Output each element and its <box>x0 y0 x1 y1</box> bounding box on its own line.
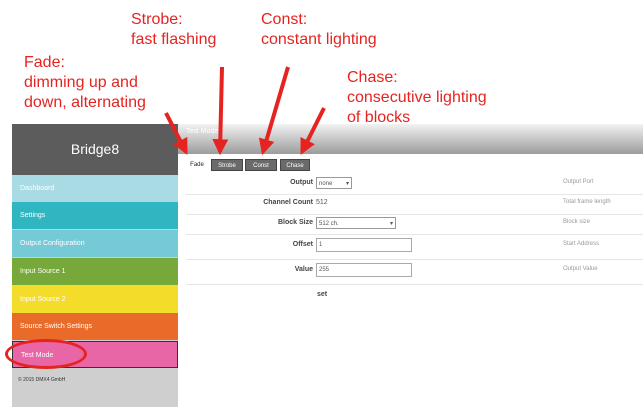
channel-count-help: Total frame length <box>563 199 611 205</box>
sidebar-item-settings[interactable]: Settings <box>12 202 178 229</box>
annotation-const-line-1: Const: <box>261 11 308 28</box>
header-bar: Test Mode <box>178 124 643 154</box>
block-size-row: Block Size 512 ch. ▾ Block size <box>186 215 643 235</box>
channel-count-value: 512 <box>316 199 328 206</box>
sidebar-item-input-source-2[interactable]: Input Source 2 <box>12 286 178 313</box>
output-select[interactable]: none ▾ <box>316 177 352 189</box>
block-size-select[interactable]: 512 ch. ▾ <box>316 217 396 229</box>
annotation-fade: Fade: dimming up and down, alternating <box>24 53 146 113</box>
tab-chase[interactable]: Chase <box>280 159 310 171</box>
output-label: Output <box>290 179 313 186</box>
annotation-const-line-2: constant lighting <box>261 31 377 48</box>
sidebar-item-source-switch-settings[interactable]: Source Switch Settings <box>12 313 178 340</box>
annotation-strobe-line-1: Strobe: <box>131 11 183 28</box>
copyright-text: © 2015 DMX4 GmbH <box>18 377 66 383</box>
value-help: Output Value <box>563 266 598 272</box>
tab-const[interactable]: Const <box>245 159 277 171</box>
annotation-chase-line-2: consecutive lighting <box>347 89 487 106</box>
offset-input[interactable]: 1 <box>316 238 412 252</box>
chevron-down-icon: ▾ <box>389 221 393 227</box>
annotation-chase: Chase: consecutive lighting of blocks <box>347 68 487 128</box>
output-select-value: none <box>319 181 333 187</box>
offset-row: Offset 1 Start Address <box>186 235 643 260</box>
channel-count-row: Channel Count 512 Total frame length <box>186 195 643 215</box>
brand-logo: Bridge8 <box>12 124 178 175</box>
annotation-strobe: Strobe: fast flashing <box>131 10 216 50</box>
block-size-label: Block Size <box>277 219 313 226</box>
chevron-down-icon: ▾ <box>345 181 349 187</box>
value-label: Value <box>294 266 313 273</box>
fade-settings-panel: Output none ▾ Output Port Channel Count … <box>186 171 643 301</box>
value-row: Value 255 Output Value <box>186 260 643 285</box>
block-size-select-value: 512 ch. <box>319 221 339 227</box>
annotation-fade-line-3: down, alternating <box>24 94 146 111</box>
output-help: Output Port <box>563 179 594 185</box>
tab-fade[interactable]: Fade <box>186 159 208 171</box>
value-input[interactable]: 255 <box>316 263 412 277</box>
offset-label: Offset <box>292 241 313 248</box>
annotation-strobe-line-2: fast flashing <box>131 31 217 48</box>
channel-count-label: Channel Count <box>263 199 313 206</box>
annotation-chase-line-1: Chase: <box>347 69 398 86</box>
sidebar-item-dashboard[interactable]: Dashboard <box>12 175 178 202</box>
test-mode-highlight <box>5 339 87 369</box>
annotation-const: Const: constant lighting <box>261 10 377 50</box>
page-title: Test Mode <box>186 128 219 135</box>
annotation-fade-line-2: dimming up and <box>24 74 138 91</box>
block-size-help: Block size <box>563 219 591 225</box>
sidebar-item-output-configuration[interactable]: Output Configuration <box>12 230 178 257</box>
offset-help: Start Address <box>563 241 600 247</box>
output-row: Output none ▾ Output Port <box>186 175 643 195</box>
set-button[interactable]: set <box>317 291 327 298</box>
tab-strobe[interactable]: Strobe <box>211 159 243 171</box>
sidebar-item-input-source-1[interactable]: Input Source 1 <box>12 258 178 285</box>
annotation-fade-line-1: Fade: <box>24 54 65 71</box>
